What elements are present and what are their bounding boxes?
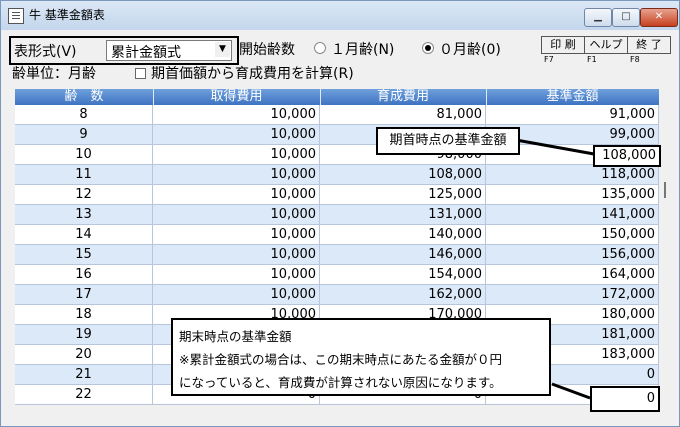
closing-callout-line1: ※累計金額式の場合は、この期末時点にあたる金額が０円 (179, 352, 502, 367)
print-button[interactable]: 印 刷 (541, 36, 585, 54)
opening-amount-highlight: 108,000 (593, 145, 661, 167)
table-icon (8, 8, 24, 24)
header-acquisition[interactable]: 取得費用 (153, 89, 321, 105)
radio-0-month-label[interactable]: ０月齢(0) (439, 39, 501, 59)
cell-acquisition[interactable]: 10,000 (153, 285, 320, 304)
maximize-button[interactable]: □ (612, 8, 640, 27)
cell-age[interactable]: 21 (15, 365, 153, 384)
title-bar: 牛 基準金額表 ▁ □ ✕ (1, 1, 679, 30)
cell-age[interactable]: 13 (15, 205, 153, 224)
cell-age[interactable]: 16 (15, 265, 153, 284)
cell-acquisition[interactable]: 10,000 (153, 185, 320, 204)
format-value: 累計金額式 (111, 45, 181, 61)
cell-rearing[interactable]: 81,000 (320, 105, 486, 124)
cell-age[interactable]: 20 (15, 345, 153, 364)
start-age-label: 開始齢数 (239, 42, 295, 58)
cell-age[interactable]: 17 (15, 285, 153, 304)
chevron-down-icon[interactable]: ▼ (215, 42, 230, 57)
closing-callout-line2: になっていると、育成費が計算されない原因になります。 (179, 375, 502, 390)
format-label: 表形式(V) (14, 44, 77, 60)
cell-rearing[interactable]: 125,000 (320, 185, 486, 204)
cell-age[interactable]: 18 (15, 305, 153, 324)
cell-base-amount[interactable]: 164,000 (486, 265, 659, 284)
cell-age[interactable]: 22 (15, 385, 153, 404)
cell-age[interactable]: 11 (15, 165, 153, 184)
print-key-hint: F7 (544, 55, 554, 64)
table-row[interactable]: 8 10,000 81,000 91,000 (15, 105, 659, 125)
cell-age[interactable]: 19 (15, 325, 153, 344)
cell-base-amount[interactable]: 91,000 (486, 105, 659, 124)
table-row[interactable]: 15 10,000 146,000 156,000 (15, 245, 659, 265)
table-row[interactable]: 13 10,000 131,000 141,000 (15, 205, 659, 225)
cell-age[interactable]: 12 (15, 185, 153, 204)
cell-age[interactable]: 8 (15, 105, 153, 124)
table-row[interactable]: 17 10,000 162,000 172,000 (15, 285, 659, 305)
table-row[interactable]: 16 10,000 154,000 164,000 (15, 265, 659, 285)
closing-amount-callout: 期末時点の基準金額 ※累計金額式の場合は、この期末時点にあたる金額が０円 になっ… (171, 318, 551, 396)
cell-acquisition[interactable]: 10,000 (153, 125, 320, 144)
cell-age[interactable]: 9 (15, 125, 153, 144)
cell-acquisition[interactable]: 10,000 (153, 165, 320, 184)
header-age[interactable]: 齢 数 (15, 89, 154, 105)
table-row[interactable]: 11 10,000 108,000 118,000 (15, 165, 659, 185)
age-unit-label: 齢単位：月齢 (12, 66, 96, 82)
cell-base-amount[interactable]: 150,000 (486, 225, 659, 244)
cell-rearing[interactable]: 146,000 (320, 245, 486, 264)
radio-1-month-label[interactable]: １月齢(N) (331, 39, 394, 59)
cell-base-amount[interactable]: 156,000 (486, 245, 659, 264)
scrollbar-thumb[interactable] (664, 182, 666, 198)
close-button[interactable]: ✕ (640, 8, 678, 27)
cell-acquisition[interactable]: 10,000 (153, 105, 320, 124)
calc-from-opening-checkbox[interactable] (135, 68, 146, 79)
calc-from-opening-label[interactable]: 期首価額から育成費用を計算(R) (151, 63, 354, 83)
header-rearing[interactable]: 育成費用 (320, 89, 487, 105)
table-row[interactable]: 910,00089,00099,000 (15, 125, 659, 145)
header-base-amount[interactable]: 基準金額 (486, 89, 659, 105)
vertical-scrollbar[interactable] (661, 105, 669, 423)
cell-base-amount[interactable]: 172,000 (486, 285, 659, 304)
cell-acquisition[interactable]: 10,000 (153, 225, 320, 244)
radio-0-month[interactable] (422, 42, 434, 54)
cell-rearing[interactable]: 162,000 (320, 285, 486, 304)
format-select[interactable]: 累計金額式 ▼ (106, 40, 232, 61)
radio-1-month[interactable] (314, 42, 326, 54)
cell-rearing[interactable]: 131,000 (320, 205, 486, 224)
cell-rearing[interactable]: 140,000 (320, 225, 486, 244)
minimize-button[interactable]: ▁ (584, 8, 612, 27)
table-row[interactable]: 1010,00098,000108,000 (15, 145, 659, 165)
cell-age[interactable]: 15 (15, 245, 153, 264)
exit-button[interactable]: 終 了 (627, 36, 671, 54)
closing-callout-title: 期末時点の基準金額 (179, 329, 292, 344)
help-button[interactable]: ヘルプ (584, 36, 628, 54)
cell-acquisition[interactable]: 10,000 (153, 205, 320, 224)
cell-base-amount[interactable]: 135,000 (486, 185, 659, 204)
cell-acquisition[interactable]: 10,000 (153, 265, 320, 284)
table-header: 齢 数 取得費用 育成費用 基準金額 (15, 89, 659, 105)
window-title: 牛 基準金額表 (29, 8, 105, 22)
cell-base-amount[interactable]: 118,000 (486, 165, 659, 184)
cell-rearing[interactable]: 108,000 (320, 165, 486, 184)
closing-amount-highlight: 0 (590, 386, 660, 412)
format-highlight: 表形式(V) 累計金額式 ▼ (9, 36, 239, 65)
cell-acquisition[interactable]: 10,000 (153, 245, 320, 264)
help-key-hint: F1 (587, 55, 597, 64)
opening-amount-callout: 期首時点の基準金額 (376, 127, 520, 155)
cell-acquisition[interactable]: 10,000 (153, 145, 320, 164)
table-row[interactable]: 12 10,000 125,000 135,000 (15, 185, 659, 205)
cell-rearing[interactable]: 154,000 (320, 265, 486, 284)
cell-age[interactable]: 14 (15, 225, 153, 244)
cell-age[interactable]: 10 (15, 145, 153, 164)
table-row[interactable]: 14 10,000 140,000 150,000 (15, 225, 659, 245)
cell-base-amount[interactable]: 141,000 (486, 205, 659, 224)
exit-key-hint: F8 (630, 55, 640, 64)
